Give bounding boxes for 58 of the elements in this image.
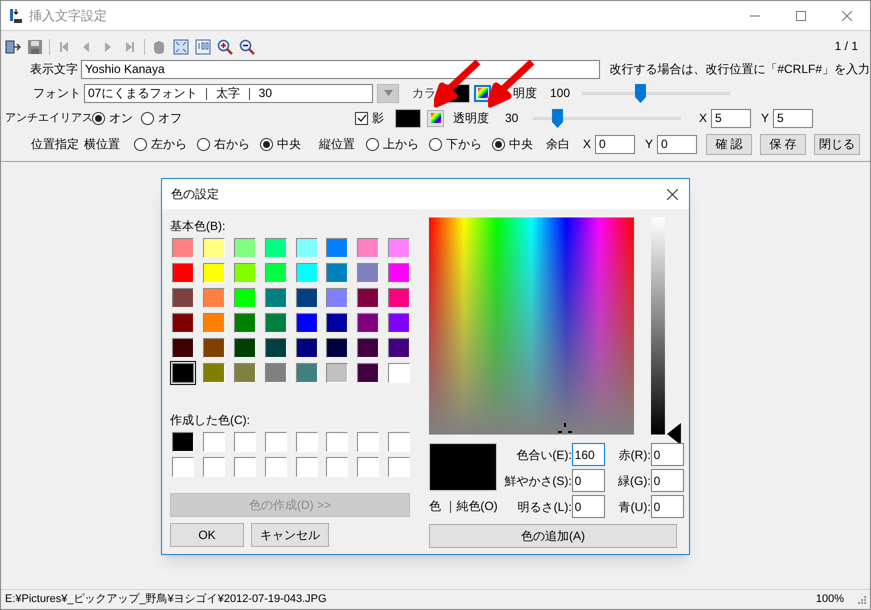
- field-label: 位置指定: [31, 136, 80, 153]
- number-field[interactable]: 0: [572, 495, 605, 518]
- radio-button[interactable]: 右から: [197, 135, 250, 153]
- margin-x-field[interactable]: 0: [595, 134, 635, 154]
- action-button[interactable]: 確 認: [706, 134, 752, 154]
- action-button[interactable]: 閉じる: [814, 134, 860, 154]
- number-field[interactable]: 160: [572, 443, 605, 466]
- shadow-checkbox[interactable]: 影: [355, 109, 395, 127]
- font-field[interactable]: 07にくまるフォント ｜ 太字 ｜ 30: [84, 84, 373, 102]
- section-label: 作成した色(C):: [170, 412, 251, 429]
- field-label: X: [583, 136, 592, 153]
- radio-button[interactable]: 左から: [134, 135, 187, 153]
- add-color-button[interactable]: 色の追加(A): [429, 524, 677, 548]
- radio-button[interactable]: 中央: [492, 135, 533, 153]
- value-text: 100: [550, 85, 572, 102]
- field-label: X: [699, 110, 708, 127]
- field-label: 余白: [546, 136, 571, 153]
- field-label: 明るさ(L):: [516, 498, 572, 516]
- field-label: 明度: [513, 85, 538, 102]
- field-label: Y: [761, 110, 770, 127]
- zoom-level: 100%: [816, 592, 844, 608]
- radio-button[interactable]: 下から: [429, 135, 482, 153]
- number-field[interactable]: 0: [650, 469, 684, 492]
- field-label: 透明度: [453, 110, 490, 127]
- number-field[interactable]: 0: [650, 443, 684, 466]
- y-offset-field[interactable]: 5: [773, 108, 813, 128]
- display-text-field[interactable]: Yoshio Kanaya: [81, 60, 600, 78]
- preview-label: 色 ｜純色(O): [429, 498, 498, 515]
- radio-button[interactable]: 中央: [260, 135, 301, 153]
- radio-button[interactable]: 上から: [366, 135, 419, 153]
- margin-y-field[interactable]: 0: [657, 134, 697, 154]
- field-label: 横位置: [84, 136, 121, 153]
- field-label: アンチエイリアス: [5, 110, 89, 126]
- field-label: カラ: [412, 85, 436, 102]
- field-label: 鮮やかさ(S):: [503, 472, 572, 490]
- field-label: 色合い(E):: [515, 446, 572, 464]
- action-button[interactable]: 保 存: [760, 134, 806, 154]
- number-field[interactable]: 0: [650, 495, 684, 518]
- radio-button[interactable]: オン: [92, 109, 133, 127]
- field-label: 縦位置: [319, 136, 356, 153]
- radio-button[interactable]: オフ: [141, 109, 182, 127]
- section-label: 基本色(B):: [170, 218, 226, 235]
- x-offset-field[interactable]: 5: [711, 108, 751, 128]
- field-label: 緑(G):: [617, 472, 651, 490]
- hint-text: 改行する場合は、改行位置に「#CRLF#」を入力: [609, 61, 870, 78]
- ok-button[interactable]: OK: [170, 523, 244, 547]
- value-text: 30: [505, 110, 520, 127]
- window-title: 挿入文字設定: [29, 6, 107, 25]
- file-path: E:¥Pictures¥_ピックアップ_野鳥¥ヨシゴイ¥2012-07-19-043.JPG: [5, 592, 327, 608]
- page-counter: 1 / 1: [834, 38, 858, 55]
- field-label: フォント: [32, 85, 81, 102]
- field-label: 表示文字: [29, 61, 78, 78]
- number-field[interactable]: 0: [572, 469, 605, 492]
- cancel-button[interactable]: キャンセル: [251, 523, 329, 547]
- field-label: 赤(R):: [618, 446, 651, 464]
- field-label: Y: [645, 136, 654, 153]
- field-label: 青(U):: [618, 498, 651, 516]
- dialog-title: 色の設定: [171, 186, 219, 203]
